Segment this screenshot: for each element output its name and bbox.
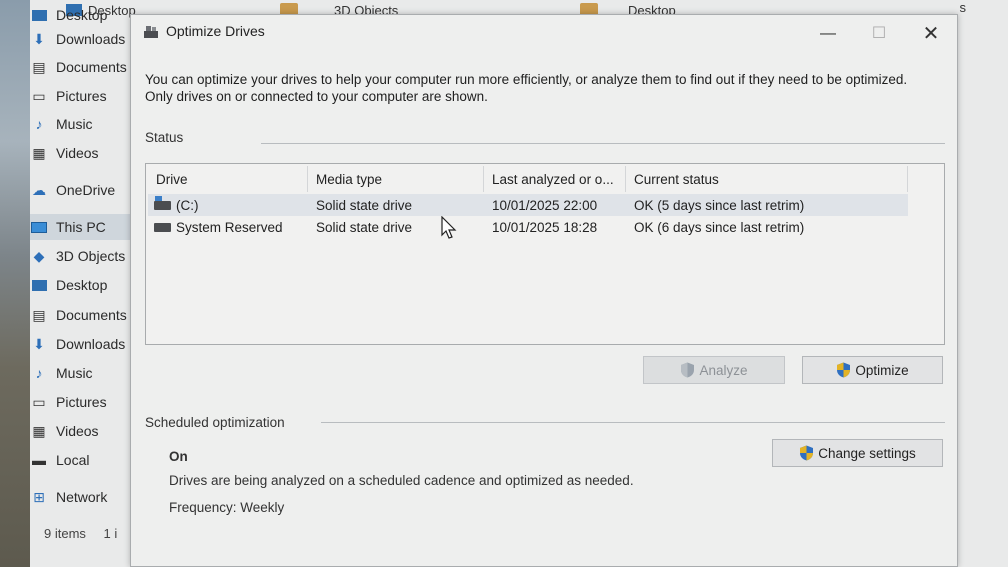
column-header-current-status[interactable]: Current status bbox=[626, 166, 908, 192]
column-header-media-type[interactable]: Media type bbox=[308, 166, 484, 192]
scheduled-divider bbox=[321, 422, 945, 423]
network-icon: ⊞ bbox=[33, 488, 45, 505]
sidebar-item-pictures[interactable]: ▭ Pictures bbox=[30, 83, 130, 109]
current-status-cell: OK (5 days since last retrim) bbox=[634, 197, 805, 213]
media-type-cell: Solid state drive bbox=[316, 197, 413, 213]
computer-icon bbox=[30, 219, 48, 235]
current-status-cell: OK (6 days since last retrim) bbox=[634, 219, 805, 235]
sidebar-item-desktop[interactable]: Desktop bbox=[30, 2, 130, 28]
schedule-description: Drives are being analyzed on a scheduled… bbox=[169, 473, 634, 488]
document-icon: ▤ bbox=[32, 58, 46, 75]
title-bar[interactable]: Optimize Drives — ☐ ✕ bbox=[131, 15, 957, 51]
drives-list: Drive Media type Last analyzed or o... C… bbox=[145, 163, 945, 345]
optimize-drives-app-icon bbox=[144, 26, 158, 38]
music-note-icon: ♪ bbox=[35, 116, 43, 132]
desktop-icon bbox=[30, 277, 48, 293]
sidebar-item-desktop[interactable]: Desktop bbox=[30, 272, 130, 298]
explorer-nav-pane: Desktop ⬇ Downloads ▤ Documents ▭ Pictur… bbox=[30, 7, 130, 567]
cube-icon: ◆ bbox=[33, 247, 45, 264]
sidebar-item-documents[interactable]: ▤ Documents bbox=[30, 302, 130, 328]
drive-row-system-reserved[interactable]: System Reserved Solid state drive 10/01/… bbox=[148, 216, 908, 238]
status-divider bbox=[261, 143, 945, 144]
column-header-last-analyzed[interactable]: Last analyzed or o... bbox=[484, 166, 626, 192]
uac-shield-icon bbox=[837, 362, 851, 378]
windows-drive-icon bbox=[154, 195, 171, 210]
document-icon: ▤ bbox=[32, 306, 46, 323]
pictures-icon: ▭ bbox=[32, 393, 46, 410]
explorer-right-edge-text: s bbox=[959, 0, 967, 15]
sidebar-item-pictures[interactable]: ▭ Pictures bbox=[30, 389, 130, 415]
last-analyzed-cell: 10/01/2025 18:28 bbox=[492, 219, 598, 235]
optimize-button[interactable]: Optimize bbox=[802, 356, 943, 384]
sidebar-item-this-pc[interactable]: This PC bbox=[30, 214, 130, 240]
intro-text: You can optimize your drives to help you… bbox=[145, 72, 908, 104]
column-header-drive[interactable]: Drive bbox=[148, 166, 308, 192]
desktop-background bbox=[0, 0, 30, 567]
change-settings-button[interactable]: Change settings bbox=[772, 439, 943, 467]
sidebar-item-music[interactable]: ♪ Music bbox=[30, 111, 130, 137]
analyze-button[interactable]: Analyze bbox=[643, 356, 785, 384]
drive-cell: (C:) bbox=[154, 194, 310, 216]
download-arrow-icon: ⬇ bbox=[33, 335, 45, 352]
drive-icon: ▬ bbox=[32, 452, 46, 468]
video-icon: ▦ bbox=[32, 144, 46, 161]
explorer-status-bar: 9 items 1 i bbox=[44, 526, 117, 541]
item-count: 9 items bbox=[44, 526, 86, 541]
sidebar-item-onedrive[interactable]: ☁ OneDrive bbox=[30, 177, 130, 203]
cloud-icon: ☁ bbox=[32, 181, 46, 198]
music-note-icon: ♪ bbox=[35, 365, 43, 381]
download-arrow-icon: ⬇ bbox=[33, 30, 45, 47]
pictures-icon: ▭ bbox=[32, 87, 46, 104]
sidebar-item-network[interactable]: ⊞ Network bbox=[30, 484, 130, 510]
scheduled-section-label: Scheduled optimization bbox=[145, 415, 285, 430]
close-button[interactable]: ✕ bbox=[916, 23, 946, 45]
minimize-button[interactable]: — bbox=[813, 23, 843, 45]
dialog-title: Optimize Drives bbox=[166, 23, 265, 39]
sidebar-item-downloads[interactable]: ⬇ Downloads bbox=[30, 331, 130, 357]
schedule-frequency: Frequency: Weekly bbox=[169, 500, 285, 515]
sidebar-item-3d-objects[interactable]: ◆ 3D Objects bbox=[30, 243, 130, 269]
sidebar-item-music[interactable]: ♪ Music bbox=[30, 360, 130, 386]
uac-shield-icon bbox=[681, 362, 695, 378]
drive-icon bbox=[154, 222, 171, 232]
sidebar-item-videos[interactable]: ▦ Videos bbox=[30, 140, 130, 166]
maximize-button[interactable]: ☐ bbox=[864, 23, 894, 45]
optimize-drives-dialog: Optimize Drives — ☐ ✕ You can optimize y… bbox=[130, 14, 958, 567]
sidebar-item-local-disk[interactable]: ▬ Local bbox=[30, 447, 130, 473]
drive-cell: System Reserved bbox=[154, 216, 310, 238]
desktop-icon bbox=[30, 7, 48, 23]
media-type-cell: Solid state drive bbox=[316, 219, 413, 235]
drive-row-c[interactable]: (C:) Solid state drive 10/01/2025 22:00 … bbox=[148, 194, 908, 216]
sidebar-item-videos[interactable]: ▦ Videos bbox=[30, 418, 130, 444]
sidebar-item-downloads[interactable]: ⬇ Downloads bbox=[30, 26, 130, 52]
selection-count: 1 i bbox=[103, 526, 118, 541]
sidebar-item-documents[interactable]: ▤ Documents bbox=[30, 54, 130, 80]
uac-shield-icon bbox=[800, 445, 814, 461]
status-section-label: Status bbox=[145, 130, 184, 145]
last-analyzed-cell: 10/01/2025 22:00 bbox=[492, 197, 598, 213]
schedule-state: On bbox=[169, 449, 188, 464]
video-icon: ▦ bbox=[32, 422, 46, 439]
mouse-cursor-icon bbox=[441, 216, 457, 239]
